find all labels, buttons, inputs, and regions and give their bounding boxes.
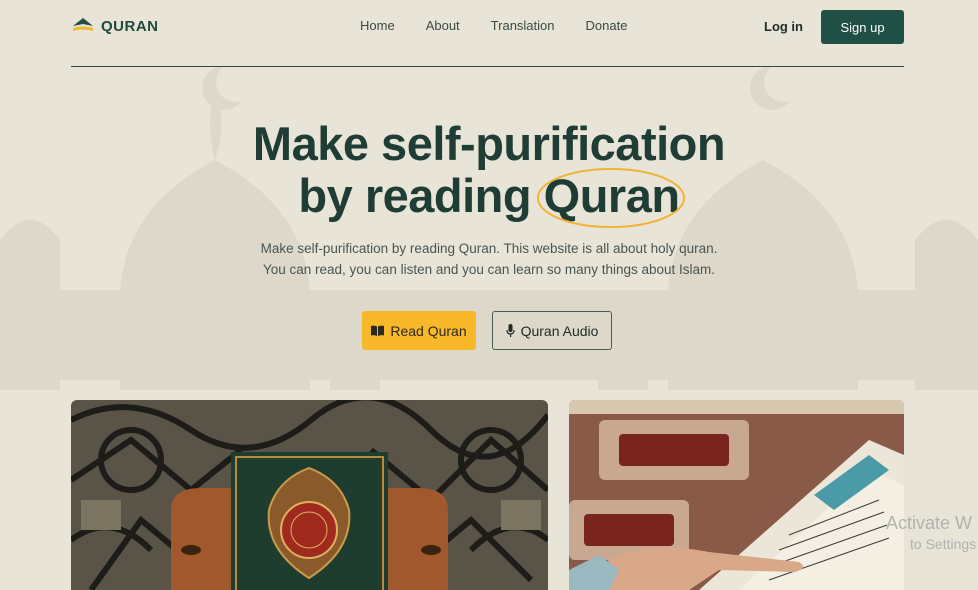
quran-audio-button[interactable]: Quran Audio: [492, 311, 612, 350]
headline-line-2: by reading Quran: [0, 168, 978, 228]
read-quran-button[interactable]: Read Quran: [362, 311, 476, 350]
open-book-logo-icon: [73, 18, 93, 31]
headline-line-1: Make self-purification: [252, 117, 726, 170]
nav-link-donate[interactable]: Donate: [586, 18, 628, 33]
headline-highlight: Quran: [536, 168, 685, 228]
quran-audio-label: Quran Audio: [520, 322, 599, 339]
top-navbar: QURAN Home About Translation Donate Log …: [71, 0, 904, 67]
watermark-line-1: Activate W: [886, 513, 973, 533]
nav-link-about[interactable]: About: [426, 18, 460, 33]
hero-section: Make self-purification by reading Quran …: [0, 118, 978, 280]
nav-link-translation[interactable]: Translation: [491, 18, 555, 33]
headline-line-2-prefix: by reading: [298, 169, 544, 222]
hero-cta-group: Read Quran Quran Audio: [0, 311, 978, 351]
reading-quran-photo: [569, 400, 904, 590]
watermark-line-2: to Settings: [910, 536, 977, 552]
hero-subtitle: Make self-purification by reading Quran.…: [260, 241, 718, 277]
hero-headline: Make self-purification by reading Quran: [0, 117, 978, 228]
highlight-ellipse-icon: [536, 168, 685, 228]
brand-logo[interactable]: QURAN: [71, 16, 159, 36]
os-activation-watermark: Activate W to Settings: [886, 513, 976, 552]
brand-name: QURAN: [101, 17, 159, 35]
main-menu: Home About Translation Donate: [360, 18, 627, 33]
microphone-icon: [505, 324, 515, 337]
quran-on-stand-photo: [71, 400, 548, 590]
signup-button[interactable]: Sign up: [821, 10, 904, 44]
read-quran-label: Read Quran: [390, 322, 467, 339]
book-icon: [371, 325, 385, 336]
login-link[interactable]: Log in: [764, 19, 803, 34]
nav-link-home[interactable]: Home: [360, 18, 395, 33]
